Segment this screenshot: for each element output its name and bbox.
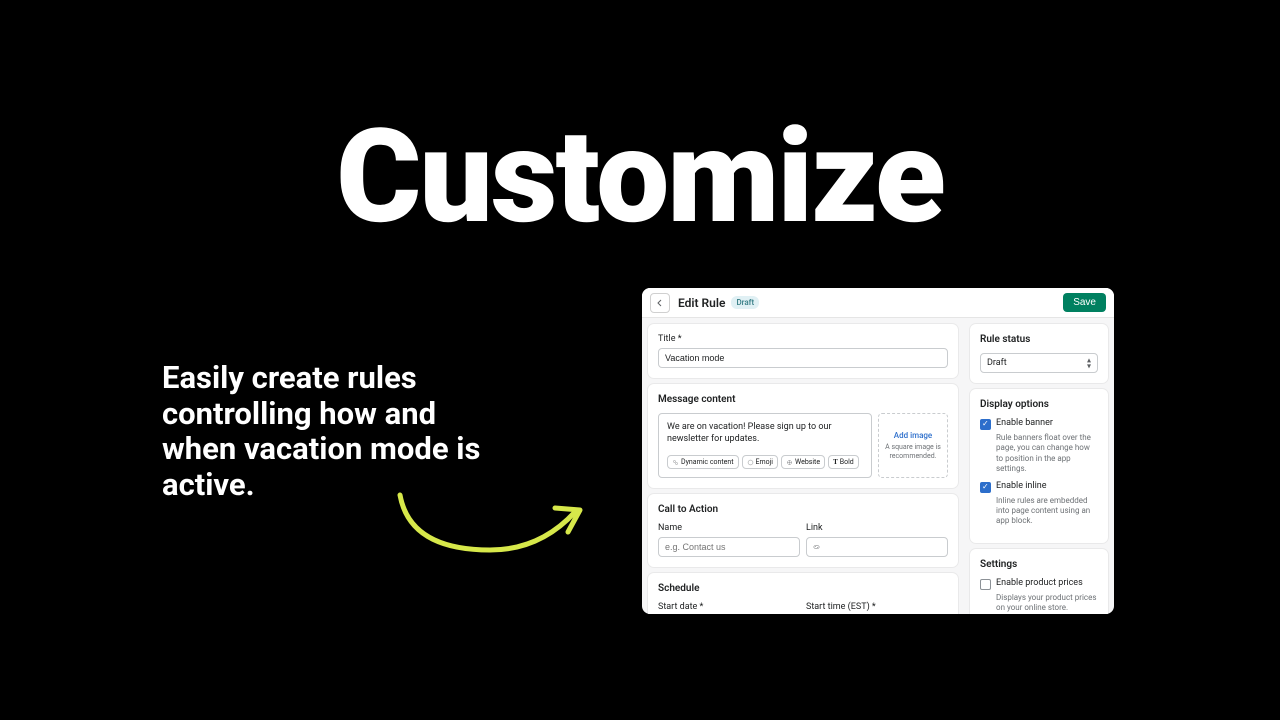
website-chip[interactable]: Website [781,455,825,469]
cta-link-label: Link [806,523,948,533]
message-heading: Message content [658,394,948,405]
hero-subtitle: Easily create rules controlling how and … [162,360,502,503]
image-upload-box[interactable]: Add image A square image is recommended. [878,413,948,478]
emoji-icon [747,459,754,466]
back-button[interactable] [650,293,670,313]
cta-card: Call to Action Name Link [648,494,958,567]
enable-inline-desc: Inline rules are embedded into page cont… [996,496,1098,527]
globe-icon [786,459,793,466]
cta-link-input[interactable] [806,537,948,557]
enable-prices-desc: Displays your product prices on your onl… [996,593,1098,614]
enable-banner-label: Enable banner [996,418,1053,428]
settings-card: Settings Enable product prices Displays … [970,549,1108,614]
title-card: Title * [648,324,958,378]
chevron-updown-icon: ▴▾ [1087,357,1091,368]
enable-prices-checkbox[interactable] [980,579,991,590]
start-time-label: Start time (EST) * [806,602,948,612]
emoji-chip[interactable]: Emoji [742,455,779,469]
rule-status-heading: Rule status [980,334,1098,345]
image-note: A square image is recommended. [885,443,941,460]
link-icon [672,459,679,466]
title-input[interactable] [658,348,948,368]
arrow-left-icon [655,298,665,308]
schedule-heading: Schedule [658,583,948,594]
add-image-link[interactable]: Add image [885,431,941,440]
cta-heading: Call to Action [658,504,948,515]
status-badge: Draft [731,296,759,309]
arrow-icon [390,490,590,565]
enable-prices-label: Enable product prices [996,578,1083,588]
rule-status-card: Rule status Draft ▴▾ [970,324,1108,383]
hero-title: Customize [0,100,1280,253]
display-options-card: Display options Enable banner Rule banne… [970,389,1108,543]
edit-rule-panel: Edit Rule Draft Save Title * Message con… [642,288,1114,614]
title-label: Title * [658,334,948,344]
message-editor[interactable]: We are on vacation! Please sign up to ou… [658,413,872,478]
dynamic-content-chip[interactable]: Dynamic content [667,455,739,469]
display-heading: Display options [980,399,1098,410]
enable-banner-desc: Rule banners float over the page, you ca… [996,433,1098,475]
link-icon [812,543,821,552]
rule-status-select[interactable]: Draft ▴▾ [980,353,1098,373]
message-card: Message content We are on vacation! Plea… [648,384,958,488]
panel-title: Edit Rule [678,296,725,310]
cta-name-input[interactable] [658,537,800,557]
schedule-card: Schedule Start date * Start time (EST) * [648,573,958,614]
enable-inline-checkbox[interactable] [980,482,991,493]
message-text: We are on vacation! Please sign up to ou… [667,422,863,445]
settings-heading: Settings [980,559,1098,570]
save-button[interactable]: Save [1063,293,1106,312]
bold-icon: T [833,458,838,466]
panel-header: Edit Rule Draft Save [642,288,1114,318]
enable-inline-label: Enable inline [996,481,1047,491]
cta-name-label: Name [658,523,800,533]
start-date-label: Start date * [658,602,800,612]
bold-chip[interactable]: TBold [828,455,859,469]
enable-banner-checkbox[interactable] [980,419,991,430]
